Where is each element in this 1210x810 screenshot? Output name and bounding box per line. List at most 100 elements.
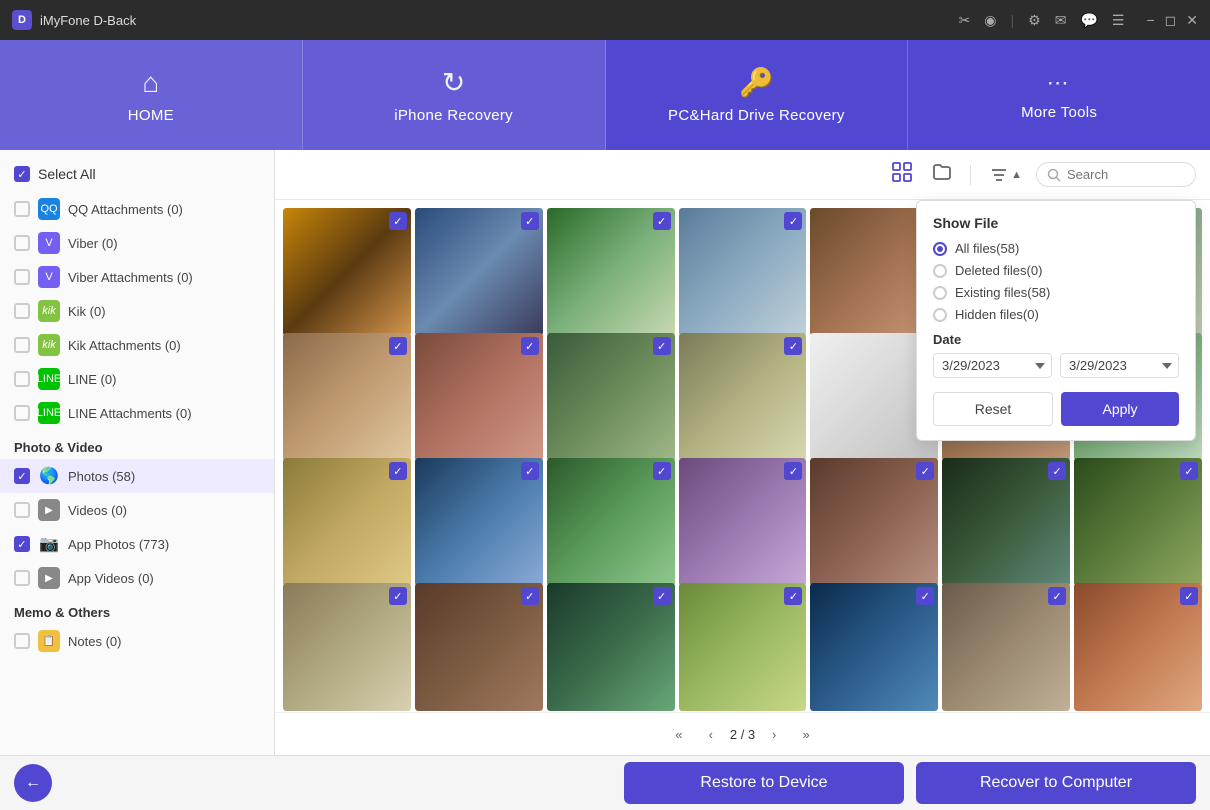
select-all-checkbox[interactable]	[14, 166, 30, 182]
apply-button[interactable]: Apply	[1061, 392, 1179, 426]
photo-cell[interactable]	[810, 583, 938, 711]
photo-cell[interactable]	[283, 583, 411, 711]
photo-check-overlay[interactable]	[916, 462, 934, 480]
sidebar-item-line[interactable]: LINE LINE (0)	[0, 362, 274, 396]
date-to-select[interactable]: 3/29/2023	[1060, 353, 1179, 378]
chat-icon[interactable]: 💬	[1080, 12, 1097, 29]
videos-checkbox[interactable]	[14, 502, 30, 518]
maximize-button[interactable]: ◻	[1165, 12, 1177, 29]
photo-check-overlay[interactable]	[653, 462, 671, 480]
filter-button[interactable]: ▲	[983, 161, 1028, 189]
date-from-select[interactable]: 3/29/2023	[933, 353, 1052, 378]
folder-button[interactable]	[926, 158, 958, 191]
sidebar-item-kik[interactable]: kik Kik (0)	[0, 294, 274, 328]
photo-check-overlay[interactable]	[521, 212, 539, 230]
photo-cell[interactable]	[283, 208, 411, 336]
photo-check-overlay[interactable]	[389, 337, 407, 355]
photo-cell[interactable]	[942, 583, 1070, 711]
close-button[interactable]: ✕	[1186, 12, 1198, 29]
reset-button[interactable]: Reset	[933, 392, 1053, 426]
photo-check-overlay[interactable]	[521, 462, 539, 480]
line-checkbox[interactable]	[14, 371, 30, 387]
photo-cell[interactable]	[415, 458, 543, 586]
photo-cell[interactable]	[547, 583, 675, 711]
grid-view-button[interactable]	[886, 158, 918, 191]
photo-cell[interactable]	[283, 458, 411, 586]
sidebar-item-viber[interactable]: V Viber (0)	[0, 226, 274, 260]
radio-hidden-files[interactable]: Hidden files(0)	[933, 307, 1179, 322]
sidebar-item-app-videos[interactable]: ▶ App Videos (0)	[0, 561, 274, 595]
radio-existing-dot[interactable]	[933, 286, 947, 300]
photo-check-overlay[interactable]	[653, 587, 671, 605]
sidebar-item-line-attachments[interactable]: LINE LINE Attachments (0)	[0, 396, 274, 430]
photo-check-overlay[interactable]	[389, 462, 407, 480]
photo-check-overlay[interactable]	[389, 212, 407, 230]
nav-more-tools[interactable]: ⋯ More Tools	[908, 40, 1210, 150]
nav-pc-recovery[interactable]: 🔑 PC&Hard Drive Recovery	[606, 40, 909, 150]
photo-cell[interactable]	[810, 458, 938, 586]
next-page-button[interactable]: ›	[761, 721, 787, 747]
sidebar-item-app-photos[interactable]: 📷 App Photos (773)	[0, 527, 274, 561]
sidebar-item-videos[interactable]: ▶ Videos (0)	[0, 493, 274, 527]
photo-cell[interactable]	[679, 208, 807, 336]
photo-cell[interactable]	[679, 458, 807, 586]
radio-deleted-files[interactable]: Deleted files(0)	[933, 263, 1179, 278]
photo-check-overlay[interactable]	[653, 212, 671, 230]
user-icon[interactable]: ◉	[984, 12, 996, 29]
photo-check-overlay[interactable]	[784, 212, 802, 230]
prev-page-button[interactable]: ‹	[698, 721, 724, 747]
photo-cell[interactable]	[679, 333, 807, 461]
nav-iphone-recovery[interactable]: ↻ iPhone Recovery	[303, 40, 606, 150]
photo-cell[interactable]	[679, 583, 807, 711]
photo-cell[interactable]	[415, 208, 543, 336]
photo-check-overlay[interactable]	[784, 587, 802, 605]
menu-icon[interactable]: ☰	[1112, 12, 1125, 29]
minimize-button[interactable]: −	[1146, 12, 1154, 29]
share-icon[interactable]: ✂	[959, 12, 971, 29]
first-page-button[interactable]: «	[666, 721, 692, 747]
qq-checkbox[interactable]	[14, 201, 30, 217]
photo-check-overlay[interactable]	[521, 337, 539, 355]
sidebar-item-kik-attachments[interactable]: kik Kik Attachments (0)	[0, 328, 274, 362]
app-videos-checkbox[interactable]	[14, 570, 30, 586]
select-all-row[interactable]: Select All	[0, 158, 274, 192]
photo-check-overlay[interactable]	[1048, 587, 1066, 605]
photo-check-overlay[interactable]	[916, 587, 934, 605]
photo-check-overlay[interactable]	[389, 587, 407, 605]
search-box[interactable]	[1036, 162, 1196, 187]
photo-cell[interactable]	[547, 208, 675, 336]
viber-attach-checkbox[interactable]	[14, 269, 30, 285]
app-photos-checkbox[interactable]	[14, 536, 30, 552]
photo-check-overlay[interactable]	[1048, 462, 1066, 480]
photo-cell[interactable]	[415, 583, 543, 711]
photo-check-overlay[interactable]	[784, 337, 802, 355]
photo-cell[interactable]	[547, 333, 675, 461]
line-attach-checkbox[interactable]	[14, 405, 30, 421]
photo-check-overlay[interactable]	[1180, 587, 1198, 605]
recover-to-computer-button[interactable]: Recover to Computer	[916, 762, 1196, 804]
last-page-button[interactable]: »	[793, 721, 819, 747]
kik-attach-checkbox[interactable]	[14, 337, 30, 353]
viber-checkbox[interactable]	[14, 235, 30, 251]
radio-existing-files[interactable]: Existing files(58)	[933, 285, 1179, 300]
photo-cell[interactable]	[283, 333, 411, 461]
kik-checkbox[interactable]	[14, 303, 30, 319]
photo-cell[interactable]	[547, 458, 675, 586]
radio-hidden-dot[interactable]	[933, 308, 947, 322]
photo-check-overlay[interactable]	[653, 337, 671, 355]
search-input[interactable]	[1067, 167, 1177, 182]
sidebar-item-notes[interactable]: 📋 Notes (0)	[0, 624, 274, 658]
radio-all-dot[interactable]	[933, 242, 947, 256]
nav-home[interactable]: ⌂ HOME	[0, 40, 303, 150]
notes-checkbox[interactable]	[14, 633, 30, 649]
back-button[interactable]: ←	[14, 764, 52, 802]
sidebar-item-qq-attachments[interactable]: QQ QQ Attachments (0)	[0, 192, 274, 226]
sidebar-item-viber-attachments[interactable]: V Viber Attachments (0)	[0, 260, 274, 294]
photo-cell[interactable]	[942, 458, 1070, 586]
photos-checkbox[interactable]	[14, 468, 30, 484]
photo-check-overlay[interactable]	[521, 587, 539, 605]
photo-cell[interactable]	[1074, 583, 1202, 711]
radio-deleted-dot[interactable]	[933, 264, 947, 278]
photo-cell[interactable]	[1074, 458, 1202, 586]
radio-all-files[interactable]: All files(58)	[933, 241, 1179, 256]
